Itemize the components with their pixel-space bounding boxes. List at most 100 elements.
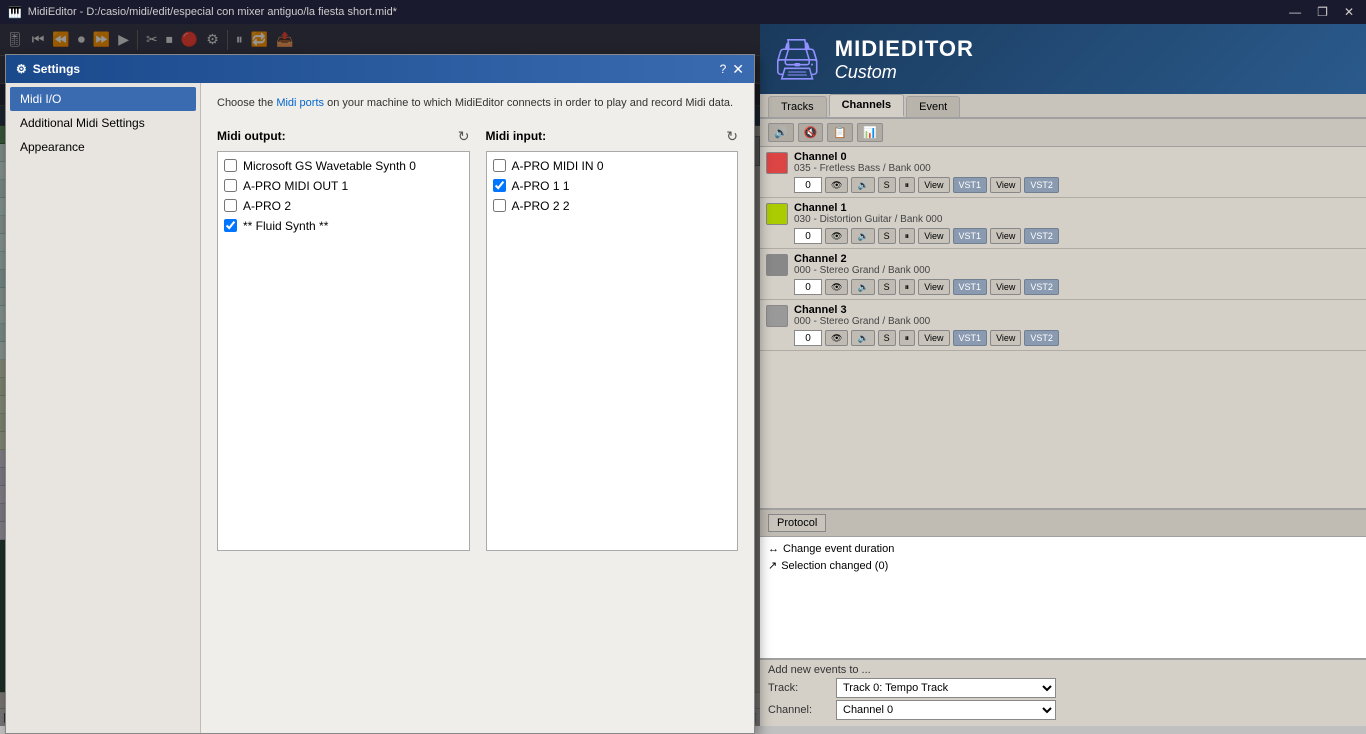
channel-2-speaker-btn[interactable]: 🔊 — [851, 279, 874, 295]
channel-1-controls: 👁 🔊 S ⏸ View VST1 View VST2 — [766, 228, 1360, 244]
channel-3-controls: 👁 🔊 S ⏸ View VST1 View VST2 — [766, 330, 1360, 346]
input-check-2[interactable] — [493, 199, 506, 212]
input-port-2[interactable]: A-PRO 2 2 — [491, 196, 734, 216]
sidebar-additional-midi[interactable]: Additional Midi Settings — [10, 111, 196, 135]
channel-3-speaker-btn[interactable]: 🔊 — [851, 330, 874, 346]
track-row: Track: Track 0: Tempo Track — [768, 678, 1358, 698]
window-title: MidiEditor - D:/casio/midi/edit/especial… — [28, 6, 397, 18]
channel-3-view-btn[interactable]: View — [918, 330, 949, 346]
midi-input-header: Midi input: ↻ — [486, 128, 739, 145]
channel-1-vst1-btn[interactable]: VST1 — [953, 228, 988, 244]
channel-0-speaker-btn[interactable]: 🔊 — [851, 177, 874, 193]
channel-0-view-btn[interactable]: View — [918, 177, 949, 193]
output-port-1[interactable]: A-PRO MIDI OUT 1 — [222, 176, 465, 196]
sidebar-appearance[interactable]: Appearance — [10, 135, 196, 159]
channel-1-s-btn[interactable]: S — [878, 228, 896, 244]
channel-0-color — [766, 152, 788, 174]
output-label-2: A-PRO 2 — [243, 199, 291, 213]
track-select[interactable]: Track 0: Tempo Track — [836, 678, 1056, 698]
track-label: Track: — [768, 682, 828, 694]
channel-2-view-btn[interactable]: View — [918, 279, 949, 295]
output-check-0[interactable] — [224, 159, 237, 172]
channel-1-view2-btn[interactable]: View — [990, 228, 1021, 244]
output-check-1[interactable] — [224, 179, 237, 192]
protocol-content: ↔ Change event duration ↗ Selection chan… — [760, 537, 1366, 658]
channel-3-row1: Channel 3 000 - Stereo Grand / Bank 000 — [766, 304, 1360, 327]
channel-toolbar-btn-2[interactable]: 🔇 — [798, 123, 824, 142]
channel-toolbar-btn-4[interactable]: 📊 — [857, 123, 883, 142]
output-port-2[interactable]: A-PRO 2 — [222, 196, 465, 216]
channel-3-vst1-btn[interactable]: VST1 — [953, 330, 988, 346]
main-layout: 🎚 ⏮ ⏪ ⏺ ⏩ ▶ ✂ ⏹ 🔴 ⚙ ⏸ 🔁 📤 ✏ ⌫ ◻ 🔍 ↩ ↪ — [0, 24, 1366, 726]
midi-output-refresh-icon[interactable]: ↻ — [458, 128, 470, 145]
channel-1-row1: Channel 1 030 - Distortion Guitar / Bank… — [766, 202, 1360, 225]
dialog-body: Midi I/O Additional Midi Settings Appear… — [6, 83, 754, 733]
channel-item-2: Channel 2 000 - Stereo Grand / Bank 000 … — [760, 249, 1366, 300]
channel-3-view2-btn[interactable]: View — [990, 330, 1021, 346]
channel-0-view2-btn[interactable]: View — [990, 177, 1021, 193]
channel-3-pause-btn[interactable]: ⏸ — [899, 330, 916, 346]
dialog-help-button[interactable]: ? — [720, 62, 727, 76]
tab-tracks[interactable]: Tracks — [768, 96, 827, 117]
channel-1-vst2-btn[interactable]: VST2 — [1024, 228, 1059, 244]
output-check-2[interactable] — [224, 199, 237, 212]
title-bar: 🎹 MidiEditor - D:/casio/midi/edit/especi… — [0, 0, 1366, 24]
input-label-1: A-PRO 1 1 — [512, 179, 570, 193]
close-button[interactable]: ✕ — [1340, 5, 1358, 19]
channel-0-num-input[interactable] — [794, 177, 822, 193]
dialog-close-button[interactable]: ✕ — [732, 61, 744, 78]
input-check-1[interactable] — [493, 179, 506, 192]
tab-channels[interactable]: Channels — [829, 94, 905, 117]
minimize-button[interactable]: — — [1285, 5, 1305, 19]
maximize-button[interactable]: ❐ — [1313, 5, 1332, 19]
input-check-0[interactable] — [493, 159, 506, 172]
protocol-btn[interactable]: Protocol — [768, 514, 826, 532]
protocol-header: Protocol — [760, 510, 1366, 537]
channel-1-speaker-btn[interactable]: 🔊 — [851, 228, 874, 244]
channel-2-s-btn[interactable]: S — [878, 279, 896, 295]
protocol-item-0: ↔ Change event duration — [768, 541, 1358, 557]
protocol-section: Protocol ↔ Change event duration ↗ Selec… — [760, 508, 1366, 658]
branding-subtitle: Custom — [835, 62, 974, 83]
dialog-sidebar: Midi I/O Additional Midi Settings Appear… — [6, 83, 201, 733]
output-port-3[interactable]: ** Fluid Synth ** — [222, 216, 465, 236]
channel-1-pause-btn[interactable]: ⏸ — [899, 228, 916, 244]
channel-0-eye-btn[interactable]: 👁 — [825, 177, 848, 193]
channel-toolbar-btn-1[interactable]: 🔊 — [768, 123, 794, 142]
output-check-3[interactable] — [224, 219, 237, 232]
midi-input-refresh-icon[interactable]: ↻ — [726, 128, 738, 145]
input-port-0[interactable]: A-PRO MIDI IN 0 — [491, 156, 734, 176]
channel-2-eye-btn[interactable]: 👁 — [825, 279, 848, 295]
channel-3-s-btn[interactable]: S — [878, 330, 896, 346]
channel-0-vst2-btn[interactable]: VST2 — [1024, 177, 1059, 193]
tab-event[interactable]: Event — [906, 96, 960, 117]
output-port-0[interactable]: Microsoft GS Wavetable Synth 0 — [222, 156, 465, 176]
sidebar-midi-io[interactable]: Midi I/O — [10, 87, 196, 111]
channel-0-info: Channel 0 035 - Fretless Bass / Bank 000 — [794, 151, 931, 174]
channel-0-pause-btn[interactable]: ⏸ — [899, 177, 916, 193]
channel-2-vst2-btn[interactable]: VST2 — [1024, 279, 1059, 295]
tabs-bar: Tracks Channels Event — [760, 94, 1366, 119]
channel-toolbar-btn-3[interactable]: 📋 — [827, 123, 853, 142]
channel-1-program: 030 - Distortion Guitar / Bank 000 — [794, 214, 942, 225]
channel-2-pause-btn[interactable]: ⏸ — [899, 279, 916, 295]
channel-select[interactable]: Channel 0 — [836, 700, 1056, 720]
channel-2-view2-btn[interactable]: View — [990, 279, 1021, 295]
dialog-title: ⚙ Settings — [16, 62, 80, 76]
channel-2-vst1-btn[interactable]: VST1 — [953, 279, 988, 295]
title-bar-left: 🎹 MidiEditor - D:/casio/midi/edit/especi… — [8, 6, 397, 19]
channel-3-num-input[interactable] — [794, 330, 822, 346]
channel-2-num-input[interactable] — [794, 279, 822, 295]
midi-output-label: Midi output: — [217, 129, 286, 143]
channel-0-vst1-btn[interactable]: VST1 — [953, 177, 988, 193]
add-events-row: Add new events to ... — [768, 664, 1358, 676]
channel-1-num-input[interactable] — [794, 228, 822, 244]
channel-3-eye-btn[interactable]: 👁 — [825, 330, 848, 346]
settings-icon-dialog: ⚙ — [16, 62, 27, 76]
channel-3-vst2-btn[interactable]: VST2 — [1024, 330, 1059, 346]
channel-1-view-btn[interactable]: View — [918, 228, 949, 244]
input-port-1[interactable]: A-PRO 1 1 — [491, 176, 734, 196]
channel-1-eye-btn[interactable]: 👁 — [825, 228, 848, 244]
midi-output-header: Midi output: ↻ — [217, 128, 470, 145]
channel-0-s-btn[interactable]: S — [878, 177, 896, 193]
